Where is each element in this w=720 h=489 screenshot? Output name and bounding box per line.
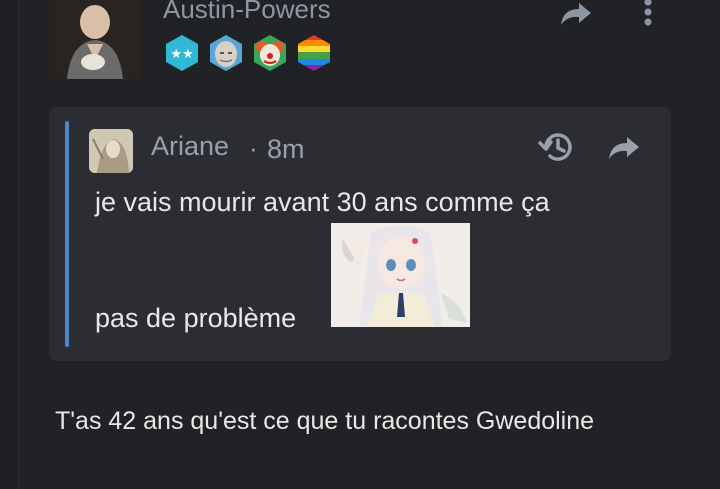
more-vertical-icon[interactable]	[638, 0, 658, 28]
clown-badge-icon[interactable]	[250, 33, 290, 73]
rainbow-badge-icon[interactable]	[294, 33, 334, 73]
svg-text:★★: ★★	[170, 47, 193, 62]
anime-girl-sticker[interactable]	[331, 223, 470, 327]
quote-text-line-1: je vais mourir avant 30 ans comme ça	[95, 187, 550, 217]
post-username[interactable]: Austin-Powers	[163, 0, 331, 25]
quote-text-line-2: pas de problème	[95, 303, 297, 333]
quote-timestamp: 8m	[267, 134, 305, 164]
user-badges: ★★	[162, 33, 334, 73]
quote-author-avatar[interactable]	[89, 129, 133, 173]
stars-badge-icon[interactable]: ★★	[162, 33, 202, 73]
quote-bar	[65, 121, 69, 347]
bald-man-avatar	[49, 0, 141, 79]
user-avatar[interactable]	[49, 0, 141, 79]
quoted-message[interactable]: Ariane · 8m je vais mourir avant 30 ans …	[49, 107, 671, 361]
quote-share-arrow-icon[interactable]	[606, 133, 642, 163]
history-icon[interactable]	[537, 127, 577, 167]
meme-face-badge-icon[interactable]	[206, 33, 246, 73]
reply-text: T'as 42 ans qu'est ce que tu racontes Gw…	[55, 407, 595, 435]
quote-author-name[interactable]: Ariane	[151, 131, 229, 162]
share-arrow-icon[interactable]	[558, 0, 594, 28]
quote-separator: ·	[249, 133, 258, 163]
